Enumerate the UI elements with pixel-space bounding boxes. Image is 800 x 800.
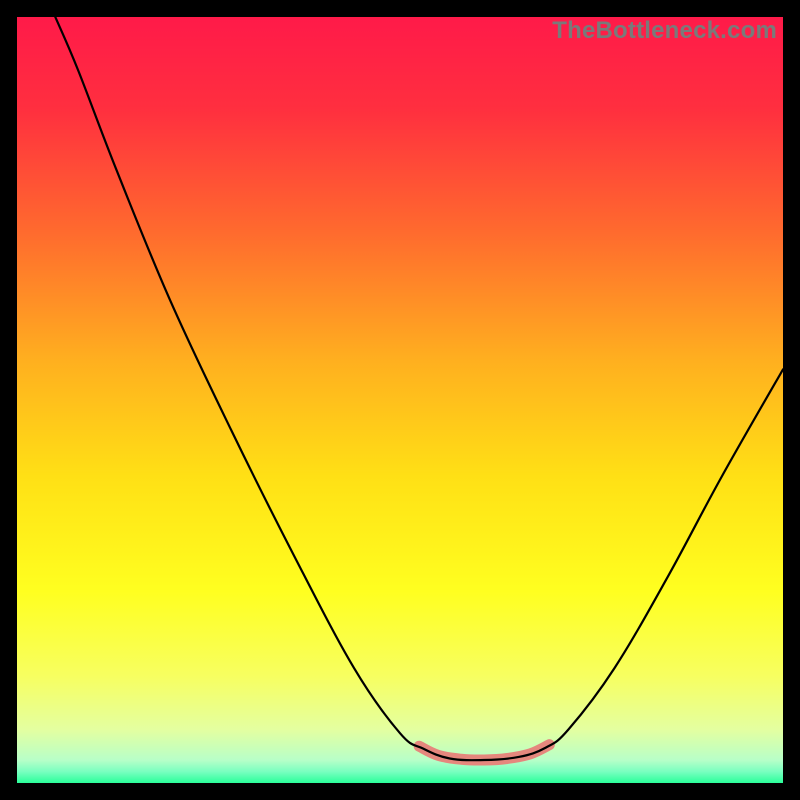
- plot-area: TheBottleneck.com: [17, 17, 783, 783]
- chart-frame: TheBottleneck.com: [0, 0, 800, 800]
- watermark-text: TheBottleneck.com: [552, 17, 777, 45]
- curve-layer: [17, 17, 783, 783]
- highlight-band: [419, 745, 549, 760]
- bottleneck-curve: [55, 17, 783, 760]
